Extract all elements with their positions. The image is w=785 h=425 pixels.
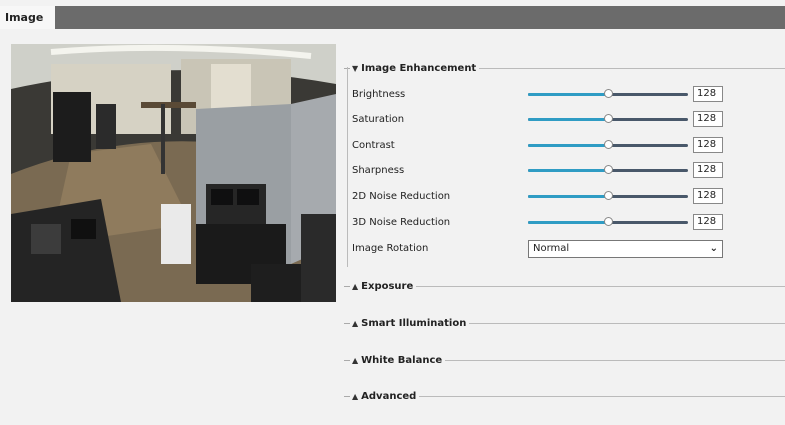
contrast-label: Contrast: [352, 139, 395, 151]
image-rotation-select[interactable]: Normal ⌄: [528, 240, 723, 258]
2d-noise-reduction-label: 2D Noise Reduction: [352, 190, 451, 202]
chevron-down-icon: ⌄: [709, 243, 718, 254]
slider-thumb[interactable]: [604, 114, 613, 123]
section-smart-illumination[interactable]: ▲ Smart Illumination: [344, 316, 785, 330]
brightness-value-input[interactable]: 128: [693, 86, 723, 102]
slider-thumb[interactable]: [604, 165, 613, 174]
image-rotation-value: Normal: [533, 243, 570, 254]
slider-fill: [528, 221, 608, 224]
slider-thumb[interactable]: [604, 89, 613, 98]
divider: [344, 395, 350, 397]
divider: [419, 395, 785, 397]
saturation-slider[interactable]: [528, 109, 688, 129]
saturation-value-input[interactable]: 128: [693, 111, 723, 127]
section-advanced[interactable]: ▲ Advanced: [344, 389, 785, 403]
section-title: Smart Illumination: [361, 317, 467, 329]
divider: [344, 285, 350, 287]
slider-thumb[interactable]: [604, 191, 613, 200]
row-contrast: Contrast: [352, 135, 395, 155]
expand-arrow-icon[interactable]: ▲: [352, 392, 358, 401]
tab-image[interactable]: Image: [0, 6, 55, 29]
3d-noise-reduction-slider[interactable]: [528, 212, 688, 232]
section-title: White Balance: [361, 354, 443, 366]
slider-thumb[interactable]: [604, 140, 613, 149]
brightness-label: Brightness: [352, 88, 406, 100]
contrast-value-input[interactable]: 128: [693, 137, 723, 153]
row-3d-noise-reduction: 3D Noise Reduction: [352, 212, 450, 232]
3d-noise-reduction-label: 3D Noise Reduction: [352, 216, 451, 228]
section-title: Advanced: [361, 390, 417, 402]
row-sharpness: Sharpness: [352, 160, 404, 180]
expand-arrow-icon[interactable]: ▲: [352, 282, 358, 291]
slider-fill: [528, 144, 608, 147]
divider: [416, 285, 785, 287]
camera-feed-image: [11, 44, 336, 302]
sharpness-slider[interactable]: [528, 160, 688, 180]
row-brightness: Brightness: [352, 84, 405, 104]
video-preview: [11, 44, 336, 302]
row-saturation: Saturation: [352, 109, 404, 129]
section-exposure[interactable]: ▲ Exposure: [344, 279, 785, 293]
sharpness-value-input[interactable]: 128: [693, 162, 723, 178]
divider: [469, 322, 785, 324]
brightness-slider[interactable]: [528, 84, 688, 104]
divider: [344, 359, 350, 361]
divider: [344, 322, 350, 324]
slider-fill: [528, 195, 608, 198]
slider-fill: [528, 169, 608, 172]
3d-noise-reduction-value-input[interactable]: 128: [693, 214, 723, 230]
divider: [445, 359, 785, 361]
section-title: Exposure: [361, 280, 414, 292]
slider-fill: [528, 93, 608, 96]
section-white-balance[interactable]: ▲ White Balance: [344, 353, 785, 367]
row-2d-noise-reduction: 2D Noise Reduction: [352, 186, 450, 206]
expand-arrow-icon[interactable]: ▲: [352, 319, 358, 328]
image-rotation-label: Image Rotation: [352, 242, 429, 254]
row-image-rotation: Image Rotation: [352, 238, 428, 258]
2d-noise-reduction-slider[interactable]: [528, 186, 688, 206]
contrast-slider[interactable]: [528, 135, 688, 155]
slider-thumb[interactable]: [604, 217, 613, 226]
slider-fill: [528, 118, 608, 121]
sharpness-label: Sharpness: [352, 164, 405, 176]
expand-arrow-icon[interactable]: ▲: [352, 356, 358, 365]
saturation-label: Saturation: [352, 113, 405, 125]
2d-noise-reduction-value-input[interactable]: 128: [693, 188, 723, 204]
